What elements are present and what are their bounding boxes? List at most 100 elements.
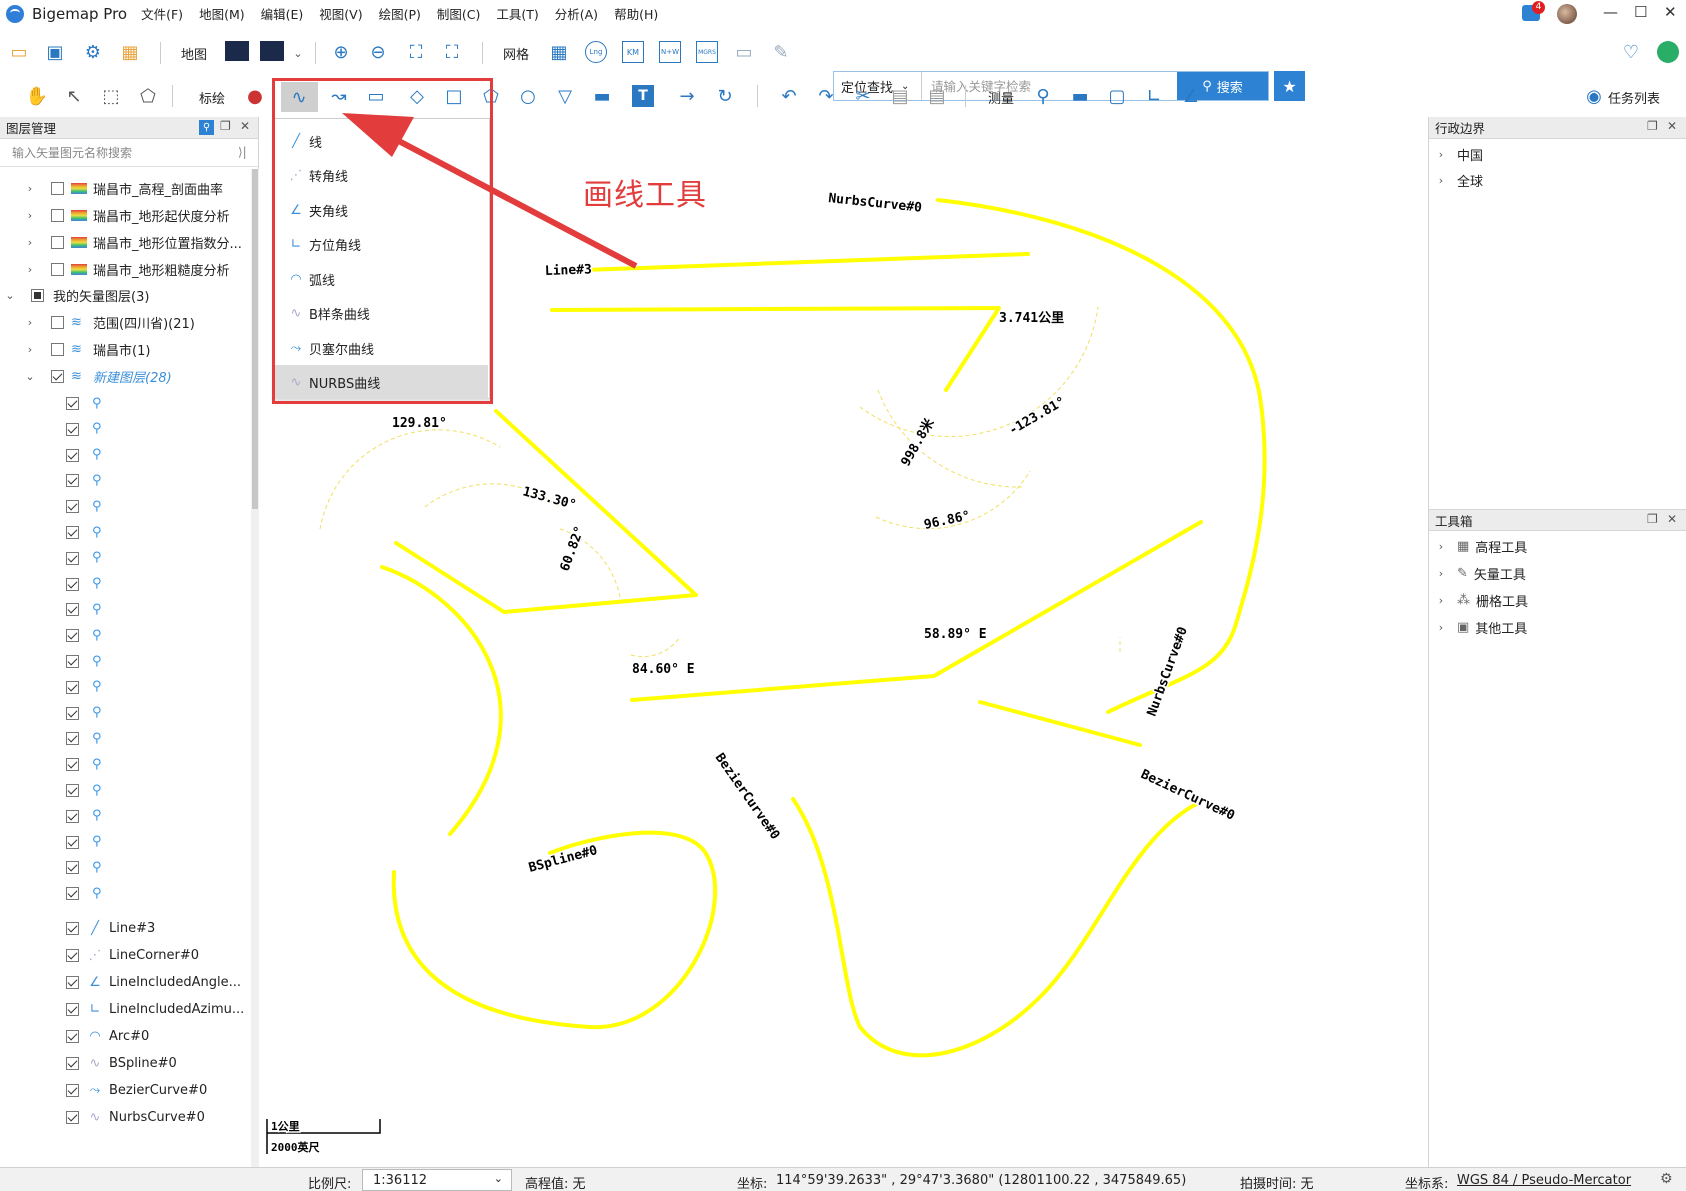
feature-checkbox[interactable] (66, 629, 79, 643)
layer-scrollbar[interactable] (251, 169, 259, 1167)
tool-vector[interactable]: › ✎ 矢量工具 (1429, 560, 1686, 586)
map-label[interactable]: 地图 (181, 44, 207, 63)
menu-cartography[interactable]: 制图(C) (437, 4, 480, 23)
menu-edit[interactable]: 编辑(E) (261, 4, 304, 23)
feature-checkbox[interactable] (66, 448, 79, 462)
feature-checkbox[interactable] (66, 655, 79, 668)
select-arrow-icon[interactable]: ↖ (63, 85, 85, 107)
grid-km-icon[interactable]: KM (622, 41, 644, 63)
chevron-down-icon[interactable]: ⌄ (4, 289, 16, 302)
location-pin-icon[interactable]: ⚲ (1032, 85, 1054, 107)
layer-search-icon[interactable]: ⚲ (199, 120, 214, 135)
chevron-right-icon[interactable]: › (1435, 567, 1447, 580)
float-window-icon[interactable]: ❐ (1647, 512, 1658, 526)
layer-checkbox[interactable] (51, 209, 64, 222)
close-panel-icon[interactable]: ✕ (1667, 119, 1677, 133)
tool-elevation[interactable]: › ▦ 高程工具 (1429, 533, 1686, 559)
feature-checkbox[interactable] (66, 861, 79, 875)
collapse-icon[interactable]: ⟩| (238, 145, 247, 159)
shield-icon[interactable]: ♡ (1620, 41, 1642, 63)
satellite-map2-icon[interactable] (260, 41, 284, 61)
close-panel-icon[interactable]: ✕ (1667, 512, 1677, 526)
admin-item-global[interactable]: › 全球 (1429, 167, 1686, 193)
feature-checkbox[interactable] (66, 1084, 79, 1097)
arrow-right-icon[interactable]: → (676, 85, 698, 107)
azimuth-icon[interactable]: ∠ (1180, 85, 1202, 107)
feature-checkbox[interactable] (66, 1057, 79, 1070)
grid-mgrs-icon[interactable]: MGRS (696, 41, 718, 63)
grid-nw-icon[interactable]: N+W (659, 41, 681, 63)
menu-file[interactable]: 文件(F) (141, 4, 183, 23)
grid-lng-icon[interactable]: Lng (585, 41, 607, 63)
brush-icon[interactable]: ✎ (770, 41, 792, 63)
chevron-right-icon[interactable]: › (24, 236, 36, 249)
layer-checkbox[interactable] (51, 370, 64, 383)
feature-checkbox[interactable] (66, 922, 79, 935)
chevron-right-icon[interactable]: › (24, 316, 36, 329)
feature-checkbox[interactable] (66, 809, 79, 823)
scissors-icon[interactable]: ✂ (852, 85, 874, 107)
layer-checkbox[interactable] (31, 289, 44, 302)
paste-icon[interactable]: ▤ (926, 85, 948, 107)
tree-row-vector-1[interactable]: › ≋ 瑞昌市(1) (24, 337, 272, 362)
image-icon[interactable]: ▦ (119, 41, 141, 63)
layer-checkbox[interactable] (51, 316, 64, 329)
tree-row-analysis-1[interactable]: › 瑞昌市_地形起伏度分析 (24, 203, 272, 228)
chevron-right-icon[interactable]: › (24, 182, 36, 195)
feature-checkbox[interactable] (66, 603, 79, 617)
layer-checkbox[interactable] (51, 343, 64, 356)
float-window-icon[interactable]: ❐ (1647, 119, 1658, 133)
satellite-map-icon[interactable] (225, 41, 249, 61)
zoom-out-icon[interactable]: ⊖ (367, 41, 389, 63)
feature-checkbox[interactable] (66, 474, 79, 488)
maximize-icon[interactable]: ☐ (1634, 3, 1647, 21)
tree-row-vector-2[interactable]: ⌄ ≋ 新建图层(28) (24, 364, 272, 389)
tree-row-vector-0[interactable]: › ≋ 范围(四川省)(21) (24, 310, 272, 335)
chevron-right-icon[interactable]: › (24, 343, 36, 356)
float-window-icon[interactable]: ❐ (220, 119, 231, 133)
chevron-down-icon[interactable]: ⌄ (287, 42, 309, 64)
chevron-right-icon[interactable]: › (1435, 174, 1447, 187)
feature-checkbox[interactable] (66, 1003, 79, 1016)
measure-label[interactable]: 测量 (988, 88, 1014, 107)
distance-ruler-icon[interactable]: ▬ (1069, 85, 1091, 107)
feature-checkbox[interactable] (66, 887, 79, 901)
folder-icon[interactable]: ▭ (733, 41, 755, 63)
tool-raster[interactable]: › ⁂ 栅格工具 (1429, 587, 1686, 613)
user-avatar[interactable] (1557, 4, 1577, 24)
ruler-icon[interactable]: ▬ (591, 85, 613, 107)
wechat-icon[interactable] (1657, 41, 1679, 63)
close-icon[interactable]: ✕ (1664, 3, 1677, 21)
tree-row-analysis-0[interactable]: › 瑞昌市_高程_剖面曲率 (24, 176, 272, 201)
select-polygon-icon[interactable]: ⬠ (137, 85, 159, 107)
menu-tools[interactable]: 工具(T) (496, 4, 538, 23)
feature-checkbox[interactable] (66, 835, 79, 849)
text-icon[interactable]: T (632, 85, 654, 107)
open-folder-icon[interactable]: ▭ (8, 41, 30, 63)
feature-checkbox[interactable] (66, 500, 79, 514)
close-panel-icon[interactable]: ✕ (240, 119, 250, 133)
admin-item-china[interactable]: › 中国 (1429, 141, 1686, 167)
grid-icon[interactable]: ▦ (548, 41, 570, 63)
curve-arrow-icon[interactable]: ↻ (714, 85, 736, 107)
menu-help[interactable]: 帮助(H) (614, 4, 658, 23)
menu-analysis[interactable]: 分析(A) (555, 4, 598, 23)
pan-hand-icon[interactable]: ✋ (26, 85, 48, 107)
chevron-right-icon[interactable]: › (1435, 621, 1447, 634)
circle-icon[interactable]: ○ (517, 85, 539, 107)
scale-select[interactable]: 1:36112 ⌄ (362, 1169, 512, 1191)
redo-icon[interactable]: ↷ (815, 85, 837, 107)
marker-icon[interactable]: ● (244, 85, 266, 107)
grid-label[interactable]: 网格 (503, 44, 529, 63)
chevron-down-icon[interactable]: ⌄ (24, 370, 36, 383)
tree-row-analysis-2[interactable]: › 瑞昌市_地形位置指数分... (24, 230, 272, 255)
menu-draw[interactable]: 绘图(P) (379, 4, 421, 23)
feature-checkbox[interactable] (66, 732, 79, 746)
feature-checkbox[interactable] (66, 1111, 79, 1124)
tree-row-vector-group[interactable]: ⌄ 我的矢量图层(3) (4, 283, 252, 308)
menu-view[interactable]: 视图(V) (319, 4, 362, 23)
copy-icon[interactable]: ▤ (889, 85, 911, 107)
layer-search-field[interactable]: 输入矢量图元名称搜索 ⟩| (0, 139, 258, 167)
zoom-in-icon[interactable]: ⊕ (330, 41, 352, 63)
feature-checkbox[interactable] (66, 680, 79, 694)
